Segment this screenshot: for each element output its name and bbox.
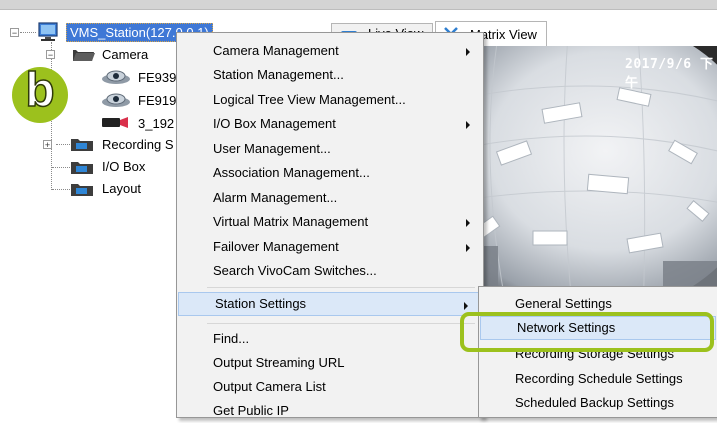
tree-collapse-toggle[interactable]: − — [46, 50, 55, 60]
fisheye-camera-icon — [102, 70, 130, 84]
menu-item-label: Virtual Matrix Management — [213, 214, 369, 229]
menu-item-label: Alarm Management... — [213, 190, 338, 205]
menu-item-alarm-management[interactable]: Alarm Management... — [177, 186, 481, 210]
menu-item-station-management[interactable]: Station Management... — [177, 63, 481, 87]
menu-item-association-management[interactable]: Association Management... — [177, 161, 481, 185]
tree-connector — [56, 144, 70, 145]
menu-item-logical-tree-view-management[interactable]: Logical Tree View Management... — [177, 88, 481, 112]
submenu-item-label: Scheduled Backup Settings — [515, 395, 674, 410]
computer-icon — [38, 22, 58, 41]
menu-separator — [207, 323, 475, 324]
menu-item-label: Station Management... — [213, 67, 344, 82]
tree-connector — [52, 167, 70, 168]
menu-item-output-streaming-url[interactable]: Output Streaming URL — [177, 351, 481, 375]
tree-item-camera[interactable]: FE939 — [138, 69, 176, 87]
submenu-item-recording-schedule-settings[interactable]: Recording Schedule Settings — [479, 367, 716, 391]
menu-item-label: Search VivoCam Switches... — [213, 263, 377, 278]
network-settings-highlight — [460, 312, 714, 352]
layout-folder-icon — [71, 184, 93, 196]
menu-item-camera-management[interactable]: Camera Management — [177, 39, 481, 63]
top-toolbar-strip — [0, 0, 717, 10]
menu-item-find[interactable]: Find... — [177, 327, 481, 351]
submenu-arrow-icon — [466, 48, 470, 56]
tree-item-recording[interactable]: Recording S — [102, 136, 174, 154]
submenu-item-scheduled-backup-settings[interactable]: Scheduled Backup Settings — [479, 391, 716, 415]
tree-item-camera[interactable]: FE919 — [138, 92, 176, 110]
bullet-camera-icon — [102, 117, 128, 128]
io-box-folder-icon — [71, 162, 93, 174]
menu-item-get-public-ip[interactable]: Get Public IP — [177, 399, 481, 423]
context-menu: Camera Management Station Management... … — [176, 32, 484, 418]
menu-item-virtual-matrix-management[interactable]: Virtual Matrix Management — [177, 210, 481, 234]
menu-item-search-vivocam-switches[interactable]: Search VivoCam Switches... — [177, 259, 481, 283]
submenu-arrow-icon — [466, 244, 470, 252]
tree-connector — [20, 32, 36, 33]
menu-item-io-box-management[interactable]: I/O Box Management — [177, 112, 481, 136]
menu-separator — [207, 287, 475, 288]
tree-item-layout[interactable]: Layout — [102, 180, 141, 198]
menu-item-label: I/O Box Management — [213, 116, 336, 131]
folder-open-icon — [73, 50, 95, 61]
menu-item-failover-management[interactable]: Failover Management — [177, 235, 481, 259]
menu-item-label: Logical Tree View Management... — [213, 92, 406, 107]
tree-collapse-toggle[interactable]: − — [10, 28, 19, 38]
menu-item-label: User Management... — [213, 141, 331, 156]
submenu-arrow-icon — [466, 219, 470, 227]
menu-item-label: Camera Management — [213, 43, 339, 58]
menu-item-label: Failover Management — [213, 239, 339, 254]
menu-item-label: Association Management... — [213, 165, 370, 180]
submenu-arrow-icon — [466, 121, 470, 129]
submenu-item-label: General Settings — [515, 296, 612, 311]
tree-item-camera[interactable]: 3_192 — [138, 115, 174, 133]
submenu-arrow-icon — [464, 302, 468, 310]
menu-item-label: Output Camera List — [213, 379, 326, 394]
menu-item-user-management[interactable]: User Management... — [177, 137, 481, 161]
tree-connector — [52, 189, 70, 190]
step-badge-letter: b — [25, 63, 56, 118]
tree-item-io-box[interactable]: I/O Box — [102, 158, 145, 176]
menu-item-output-camera-list[interactable]: Output Camera List — [177, 375, 481, 399]
fisheye-camera-icon — [102, 93, 130, 107]
station-settings-submenu: General Settings Network Settings Record… — [478, 286, 717, 418]
menu-item-label: Station Settings — [215, 296, 307, 311]
menu-item-station-settings[interactable]: Station Settings — [178, 292, 480, 316]
video-timestamp: 2017/9/6 下午 — [625, 57, 714, 91]
menu-item-label: Output Streaming URL — [213, 355, 345, 370]
tree-item-camera-folder[interactable]: Camera — [102, 46, 148, 64]
submenu-item-label: Recording Schedule Settings — [515, 371, 683, 386]
recording-folder-icon — [71, 139, 93, 151]
menu-item-label: Find... — [213, 331, 250, 346]
tree-expand-toggle[interactable]: + — [43, 140, 52, 150]
